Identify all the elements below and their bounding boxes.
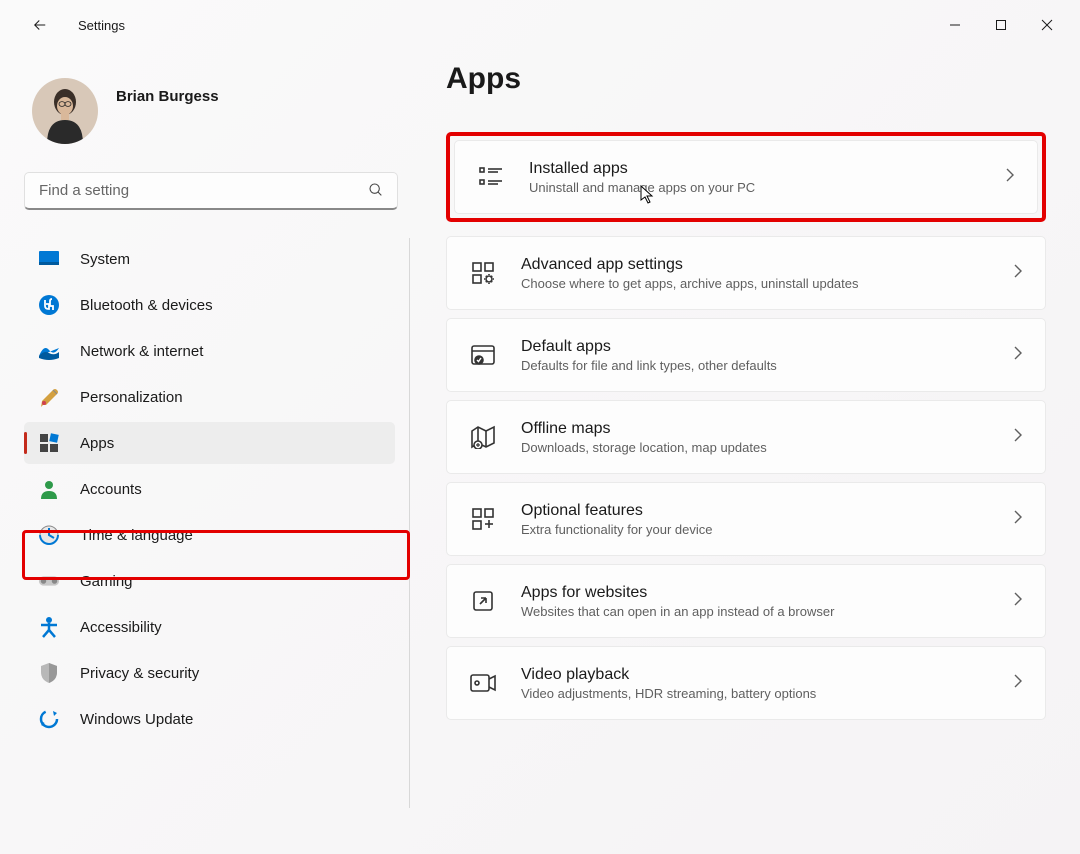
nav-item-personalization[interactable]: Personalization <box>24 376 395 418</box>
setting-title: Default apps <box>521 338 989 356</box>
back-button[interactable] <box>20 5 60 45</box>
page-title: Apps <box>446 62 1046 96</box>
setting-icon <box>469 589 497 613</box>
setting-subtitle: Downloads, storage location, map updates <box>521 440 989 455</box>
setting-text: Video playback Video adjustments, HDR str… <box>521 666 989 701</box>
nav-label: Windows Update <box>80 711 193 728</box>
nav-icon <box>38 294 60 316</box>
nav-label: Accessibility <box>80 619 162 636</box>
setting-icon <box>477 166 505 188</box>
setting-subtitle: Extra functionality for your device <box>521 522 989 537</box>
nav-icon <box>38 340 60 362</box>
profile-name: Brian Burgess <box>116 88 219 105</box>
content-area: Apps Installed apps Uninstall and manage … <box>420 50 1080 854</box>
setting-title: Installed apps <box>529 160 981 178</box>
titlebar: Settings <box>0 0 1080 50</box>
setting-subtitle: Websites that can open in an app instead… <box>521 604 989 619</box>
nav-icon <box>38 662 60 684</box>
setting-icon <box>469 673 497 693</box>
chevron-right-icon <box>1013 427 1023 448</box>
setting-title: Video playback <box>521 666 989 684</box>
nav-item-accessibility[interactable]: Accessibility <box>24 606 395 648</box>
setting-text: Apps for websites Websites that can open … <box>521 584 989 619</box>
nav-icon <box>38 708 60 730</box>
search-icon <box>368 182 384 203</box>
window-controls <box>932 9 1070 41</box>
nav-label: Privacy & security <box>80 665 199 682</box>
setting-item-offline-maps[interactable]: Offline maps Downloads, storage location,… <box>446 400 1046 474</box>
nav-icon <box>38 570 60 592</box>
setting-text: Advanced app settings Choose where to get… <box>521 256 989 291</box>
nav-item-time-language[interactable]: Time & language <box>24 514 395 556</box>
nav-icon <box>38 524 60 546</box>
setting-subtitle: Defaults for file and link types, other … <box>521 358 989 373</box>
nav-item-accounts[interactable]: Accounts <box>24 468 395 510</box>
setting-text: Offline maps Downloads, storage location,… <box>521 420 989 455</box>
setting-title: Optional features <box>521 502 989 520</box>
nav-icon <box>38 432 60 454</box>
setting-icon <box>469 425 497 449</box>
close-button[interactable] <box>1024 9 1070 41</box>
setting-title: Offline maps <box>521 420 989 438</box>
nav-icon <box>38 616 60 638</box>
minimize-button[interactable] <box>932 9 978 41</box>
maximize-button[interactable] <box>978 9 1024 41</box>
setting-title: Apps for websites <box>521 584 989 602</box>
setting-subtitle: Video adjustments, HDR streaming, batter… <box>521 686 989 701</box>
nav-label: Bluetooth & devices <box>80 297 213 314</box>
search-wrap <box>24 172 398 210</box>
sidebar: Brian Burgess System Bluetooth & devices N… <box>0 50 420 854</box>
window-title: Settings <box>78 18 125 33</box>
setting-item-optional-features[interactable]: Optional features Extra functionality for… <box>446 482 1046 556</box>
nav-icon <box>38 386 60 408</box>
setting-icon <box>469 344 497 366</box>
chevron-right-icon <box>1013 345 1023 366</box>
nav-label: System <box>80 251 130 268</box>
nav-label: Time & language <box>80 527 193 544</box>
nav-item-bluetooth-devices[interactable]: Bluetooth & devices <box>24 284 395 326</box>
setting-text: Installed apps Uninstall and manage apps … <box>529 160 981 195</box>
profile-section[interactable]: Brian Burgess <box>24 70 412 172</box>
setting-item-video-playback[interactable]: Video playback Video adjustments, HDR str… <box>446 646 1046 720</box>
setting-item-installed-apps[interactable]: Installed apps Uninstall and manage apps … <box>454 140 1038 214</box>
nav-item-windows-update[interactable]: Windows Update <box>24 698 395 740</box>
nav-item-system[interactable]: System <box>24 238 395 280</box>
nav-item-network-internet[interactable]: Network & internet <box>24 330 395 372</box>
nav-list: System Bluetooth & devices Network & inter… <box>24 238 410 808</box>
nav-label: Accounts <box>80 481 142 498</box>
setting-icon <box>469 507 497 531</box>
nav-item-apps[interactable]: Apps <box>24 422 395 464</box>
chevron-right-icon <box>1013 591 1023 612</box>
settings-list: Installed apps Uninstall and manage apps … <box>446 132 1046 724</box>
setting-subtitle: Choose where to get apps, archive apps, … <box>521 276 989 291</box>
setting-text: Default apps Defaults for file and link t… <box>521 338 989 373</box>
setting-item-apps-for-websites[interactable]: Apps for websites Websites that can open … <box>446 564 1046 638</box>
nav-icon <box>38 478 60 500</box>
setting-highlight-box: Installed apps Uninstall and manage apps … <box>446 132 1046 222</box>
nav-item-privacy-security[interactable]: Privacy & security <box>24 652 395 694</box>
nav-icon <box>38 248 60 270</box>
nav-label: Apps <box>80 435 114 452</box>
setting-text: Optional features Extra functionality for… <box>521 502 989 537</box>
nav-item-gaming[interactable]: Gaming <box>24 560 395 602</box>
setting-icon <box>469 261 497 285</box>
nav-label: Network & internet <box>80 343 203 360</box>
search-input[interactable] <box>24 172 398 210</box>
chevron-right-icon <box>1013 673 1023 694</box>
chevron-right-icon <box>1005 167 1015 188</box>
setting-subtitle: Uninstall and manage apps on your PC <box>529 180 981 195</box>
avatar <box>32 78 98 144</box>
chevron-right-icon <box>1013 509 1023 530</box>
chevron-right-icon <box>1013 263 1023 284</box>
setting-title: Advanced app settings <box>521 256 989 274</box>
setting-item-default-apps[interactable]: Default apps Defaults for file and link t… <box>446 318 1046 392</box>
nav-label: Personalization <box>80 389 183 406</box>
nav-label: Gaming <box>80 573 133 590</box>
setting-item-advanced-app-settings[interactable]: Advanced app settings Choose where to get… <box>446 236 1046 310</box>
